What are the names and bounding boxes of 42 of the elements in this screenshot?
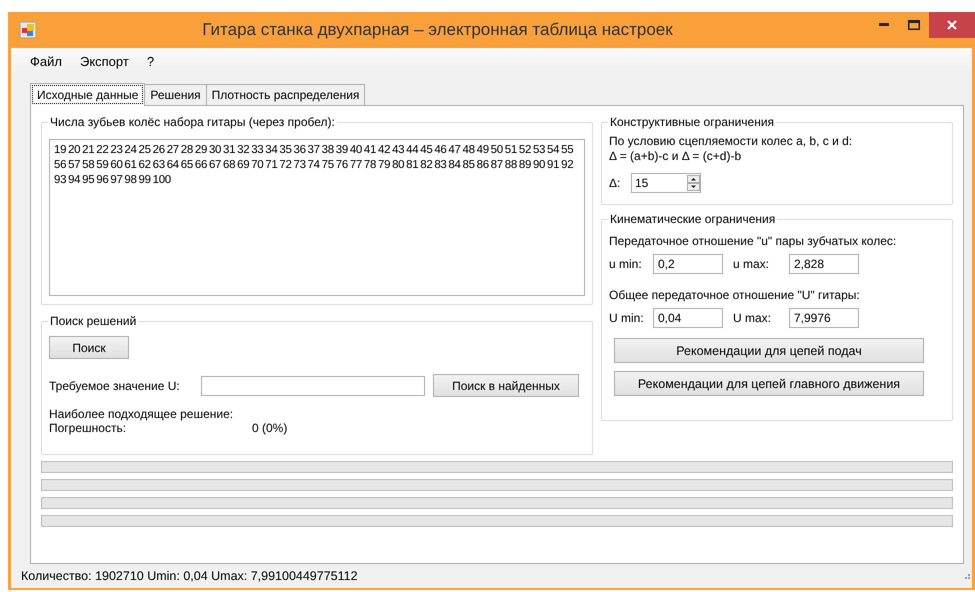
- tab[interactable]: Исходные данные: [30, 83, 146, 106]
- spin-arrows-icon: [687, 175, 700, 191]
- recommendation-button[interactable]: Рекомендации для цепей главного движения: [614, 371, 924, 396]
- menu-item[interactable]: Файл: [21, 52, 71, 70]
- menu-item[interactable]: Экспорт: [70, 52, 138, 70]
- window-title: Гитара станка двухпарная – электронная таблица настроек: [201, 20, 674, 40]
- group-title: Конструктивные ограничения: [608, 115, 776, 130]
- text-area[interactable]: 19 20 21 22 23 24 25 26 27 28 29 30 31 32 33 34 35 36 37 38 39 40 41 42 43 44 45 46 47 48 49 50 51 52 53 54 55 56 57 58 59 60 61 62 63 64 65 66 67 68 69 70 71 72 73 74 75 76 77 78 79 80 81 82 83 84 85 86 87 88 89 90 91 92 93 94 95 96 97 98 99 100: [49, 139, 585, 296]
- search-found-button[interactable]: Поиск в найденных: [433, 374, 579, 397]
- input-field[interactable]: 2,828: [789, 254, 859, 274]
- group-title: Числа зубьев колёс набора гитары (через пробел):: [48, 115, 337, 129]
- input-field[interactable]: 7,9976: [789, 308, 859, 328]
- recommendation-button[interactable]: Рекомендации для цепей подач: [614, 338, 924, 363]
- field-label: U min:: [609, 311, 645, 325]
- resize-grip-icon: [962, 572, 970, 580]
- status-text: Количество: 1902710 Umin: 0,04 Umax: 7,99100449775112: [21, 569, 358, 583]
- input-field[interactable]: 0,04: [653, 308, 723, 328]
- field-label: Δ:: [609, 176, 622, 190]
- label: Общее передаточное отношение "U" гитары:: [609, 288, 861, 302]
- formula-text: Δ = (a+b)-c и Δ = (c+d)-b: [609, 149, 742, 164]
- group-title: Кинематические ограничения: [608, 212, 778, 226]
- spin-field[interactable]: 15: [631, 173, 701, 193]
- input-field[interactable]: [201, 376, 425, 396]
- label: По условию сцепляемости колес a, b, c и d:: [609, 134, 854, 149]
- maximize-icon: [908, 20, 920, 30]
- label: Наиболее подходящее решение:: [49, 407, 234, 421]
- field-label: u max:: [733, 257, 770, 271]
- label: Погрешность:: [49, 421, 128, 435]
- field-label: U max:: [733, 311, 772, 325]
- close-icon: [947, 20, 957, 30]
- search-button[interactable]: Поиск: [49, 336, 129, 359]
- group-title: Поиск решений: [48, 314, 138, 328]
- field-label: u min:: [609, 257, 643, 271]
- app-icon: [20, 22, 36, 38]
- input-field[interactable]: 0,2: [653, 254, 723, 274]
- label: Передаточное отношение "u" пары зубчатых колес:: [609, 234, 898, 248]
- error-value: 0 (0%): [252, 421, 288, 435]
- minimize-icon: [879, 23, 889, 27]
- close-button[interactable]: [929, 12, 975, 38]
- tab[interactable]: Плотность распределения: [206, 84, 366, 105]
- menu-item[interactable]: ?: [138, 52, 164, 70]
- field-label: Требуемое значение U:: [49, 378, 181, 392]
